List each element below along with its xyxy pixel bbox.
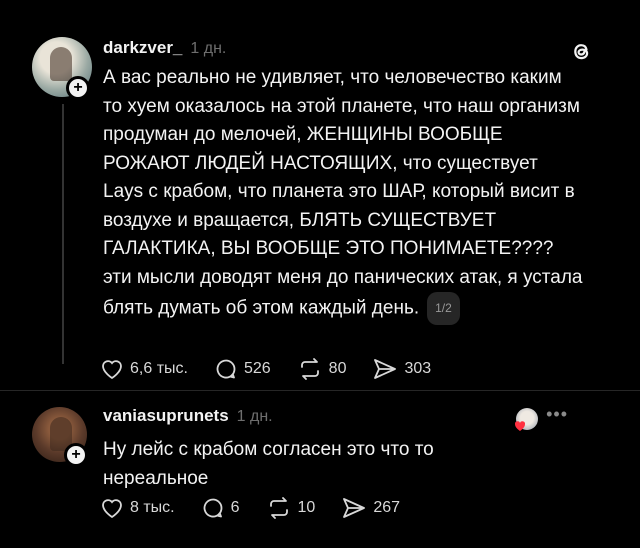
- page-indicator: 1/2: [427, 292, 460, 325]
- post-text: А вас реально не удивляет, что человечес…: [103, 64, 583, 325]
- reply-count: 526: [243, 360, 271, 377]
- share-button[interactable]: 267: [341, 496, 400, 520]
- follow-plus-icon[interactable]: +: [64, 443, 88, 467]
- comment-icon: [216, 359, 236, 379]
- repost-count: 80: [328, 360, 347, 377]
- username[interactable]: vaniasuprunets: [103, 406, 229, 426]
- repost-icon: [269, 497, 288, 519]
- threads-logo-icon[interactable]: [568, 38, 594, 64]
- like-count: 6,6 тыс.: [130, 360, 188, 377]
- more-options-button[interactable]: •••: [546, 404, 568, 425]
- post-header: vaniasuprunets 1 дн.: [103, 406, 273, 426]
- post-time: 1 дн.: [190, 40, 227, 57]
- send-icon: [374, 359, 397, 379]
- repost-count: 10: [297, 499, 316, 516]
- comment-icon: [203, 498, 223, 518]
- reply-button[interactable]: 526: [214, 357, 271, 381]
- share-count: 267: [373, 499, 401, 516]
- post-header: darkzver_ 1 дн.: [103, 38, 226, 58]
- send-icon: [343, 498, 366, 518]
- repost-icon: [300, 358, 319, 380]
- post-divider: [0, 390, 640, 391]
- like-button[interactable]: 8 тыс.: [100, 497, 175, 519]
- heart-icon: [102, 499, 122, 519]
- post-actions: 6,6 тыс. 526 80 303: [100, 354, 457, 384]
- share-count: 303: [404, 360, 432, 377]
- post-time: 1 дн.: [236, 408, 273, 425]
- username[interactable]: darkzver_: [103, 38, 182, 58]
- like-button[interactable]: 6,6 тыс.: [100, 358, 188, 380]
- post-actions: 8 тыс. 6 10 267: [100, 493, 426, 523]
- post-darkzver: + darkzver_ 1 дн. А вас реально не удивл…: [0, 0, 640, 390]
- reply-count: 6: [230, 499, 240, 516]
- reply-button[interactable]: 6: [201, 496, 240, 520]
- share-button[interactable]: 303: [372, 357, 431, 381]
- post-vaniasuprunets: + vaniasuprunets 1 дн. ••• Ну лейс с кра…: [0, 392, 640, 548]
- follow-plus-icon[interactable]: +: [66, 76, 90, 100]
- repost-button[interactable]: 80: [297, 357, 347, 381]
- post-text: Ну лейс с крабом согласен это что то нер…: [103, 439, 434, 489]
- liked-heart-icon: [514, 421, 526, 431]
- repost-button[interactable]: 10: [266, 496, 316, 520]
- like-count: 8 тыс.: [130, 499, 175, 516]
- post-body: А вас реально не удивляет, что человечес…: [103, 67, 583, 319]
- heart-icon: [102, 360, 122, 380]
- thread-line: [62, 104, 64, 364]
